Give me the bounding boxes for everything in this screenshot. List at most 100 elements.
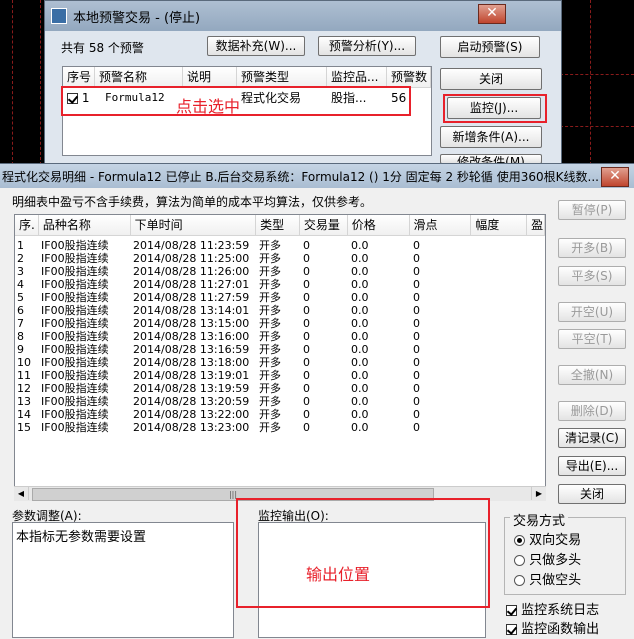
radio-icon[interactable] bbox=[514, 535, 525, 546]
column-header[interactable]: 预警类型 bbox=[237, 67, 327, 87]
column-header[interactable]: 品种名称 bbox=[39, 215, 131, 235]
export-button[interactable]: 导出(E)... bbox=[558, 456, 626, 476]
table-cell: 0.0 bbox=[351, 382, 369, 395]
open-long-button[interactable]: 开多(B) bbox=[558, 238, 626, 258]
table-cell: 0.0 bbox=[351, 317, 369, 330]
column-header[interactable]: 说明 bbox=[183, 67, 237, 87]
table-cell: 0.0 bbox=[351, 343, 369, 356]
table-cell: IF00股指连续 bbox=[41, 291, 109, 304]
radio-long-only[interactable]: 只做多头 bbox=[514, 549, 581, 568]
radio-short-only[interactable]: 只做空头 bbox=[514, 569, 581, 588]
table-row[interactable]: 14 IF00股指连续 2014/08/28 13:22:00 开多 0 0.0 0 bbox=[15, 408, 545, 421]
table-row[interactable]: 3 IF00股指连续 2014/08/28 11:26:00 开多 0 0.0 0 bbox=[15, 265, 545, 278]
table-cell: 开多 bbox=[259, 304, 281, 317]
radio-icon[interactable] bbox=[514, 555, 525, 566]
table-row[interactable]: 6 IF00股指连续 2014/08/28 13:14:01 开多 0 0.0 0 bbox=[15, 304, 545, 317]
column-header[interactable]: 下单时间 bbox=[131, 215, 257, 235]
pause-button[interactable]: 暂停(P) bbox=[558, 200, 626, 220]
table-cell: 2014/08/28 13:19:01 bbox=[133, 369, 250, 382]
table-row[interactable]: 15 IF00股指连续 2014/08/28 13:23:00 开多 0 0.0 0 bbox=[15, 421, 545, 434]
radio-icon[interactable] bbox=[514, 575, 525, 586]
table-row[interactable]: 4 IF00股指连续 2014/08/28 11:27:01 开多 0 0.0 0 bbox=[15, 278, 545, 291]
table-cell: 0.0 bbox=[351, 408, 369, 421]
column-header[interactable]: 序. bbox=[15, 215, 39, 235]
highlight-output-area bbox=[236, 498, 490, 608]
column-header[interactable]: 交易量 bbox=[300, 215, 348, 235]
notice-text: 明细表中盈亏不含手续费，算法为简单的成本平均算法，仅供参考。 bbox=[12, 195, 373, 209]
column-header[interactable]: 预警数 bbox=[387, 67, 431, 87]
monitor-system-log-check[interactable]: 监控系统日志 bbox=[506, 599, 599, 618]
table-cell: 5 bbox=[17, 291, 24, 304]
table-cell: 0 bbox=[413, 421, 420, 434]
scroll-right-arrow-icon[interactable]: ▶ bbox=[531, 487, 546, 500]
close-button[interactable]: 关闭 bbox=[440, 68, 542, 90]
alert-analysis-button[interactable]: 预警分析(Y)... bbox=[318, 36, 416, 56]
column-header[interactable]: 类型 bbox=[256, 215, 300, 235]
table-cell: 2014/08/28 13:22:00 bbox=[133, 408, 250, 421]
table-cell: IF00股指连续 bbox=[41, 317, 109, 330]
data-fill-button[interactable]: 数据补充(W)... bbox=[207, 36, 305, 56]
radio-two-way[interactable]: 双向交易 bbox=[514, 529, 581, 548]
column-header[interactable]: 盈 bbox=[527, 215, 545, 235]
column-header[interactable]: 滑点 bbox=[410, 215, 472, 235]
column-header[interactable]: 价格 bbox=[348, 215, 410, 235]
table-cell: 0 bbox=[303, 421, 310, 434]
table-cell: 0 bbox=[413, 252, 420, 265]
clear-log-button[interactable]: 清记录(C) bbox=[558, 428, 626, 448]
table-cell: IF00股指连续 bbox=[41, 330, 109, 343]
open-short-button[interactable]: 开空(U) bbox=[558, 302, 626, 322]
close-short-button[interactable]: 平空(T) bbox=[558, 329, 626, 349]
table-cell: 12 bbox=[17, 382, 31, 395]
checkbox-icon[interactable] bbox=[506, 624, 517, 635]
scroll-left-arrow-icon[interactable]: ◀ bbox=[14, 487, 29, 500]
table-row[interactable]: 10 IF00股指连续 2014/08/28 13:18:00 开多 0 0.0 0 bbox=[15, 356, 545, 369]
table-cell: IF00股指连续 bbox=[41, 395, 109, 408]
table-cell: 2014/08/28 13:23:00 bbox=[133, 421, 250, 434]
delete-button[interactable]: 删除(D) bbox=[558, 401, 626, 421]
add-condition-button[interactable]: 新增条件(A)... bbox=[440, 126, 542, 148]
table-row[interactable]: 11 IF00股指连续 2014/08/28 13:19:01 开多 0 0.0 0 bbox=[15, 369, 545, 382]
cancel-all-button[interactable]: 全撤(N) bbox=[558, 365, 626, 385]
table-cell: 开多 bbox=[259, 265, 281, 278]
table-row[interactable]: 5 IF00股指连续 2014/08/28 11:27:59 开多 0 0.0 0 bbox=[15, 291, 545, 304]
table-cell: IF00股指连续 bbox=[41, 356, 109, 369]
close-icon[interactable]: ✕ bbox=[478, 4, 506, 24]
monitor-function-output-check[interactable]: 监控函数输出 bbox=[506, 618, 599, 637]
table-row[interactable]: 2 IF00股指连续 2014/08/28 11:25:00 开多 0 0.0 0 bbox=[15, 252, 545, 265]
table-cell: 0 bbox=[303, 304, 310, 317]
table-cell: 0 bbox=[303, 408, 310, 421]
table-row[interactable]: 7 IF00股指连续 2014/08/28 13:15:00 开多 0 0.0 0 bbox=[15, 317, 545, 330]
table-cell: 0.0 bbox=[351, 265, 369, 278]
table-row[interactable]: 9 IF00股指连续 2014/08/28 13:16:59 开多 0 0.0 0 bbox=[15, 343, 545, 356]
table-row[interactable]: 12 IF00股指连续 2014/08/28 13:19:59 开多 0 0.0 0 bbox=[15, 382, 545, 395]
radio-label: 双向交易 bbox=[529, 533, 582, 548]
column-header[interactable]: 监控品... bbox=[327, 67, 387, 87]
table-row[interactable]: 1 IF00股指连续 2014/08/28 11:23:59 开多 0 0.0 0 bbox=[15, 239, 545, 252]
checkbox-icon[interactable] bbox=[506, 605, 517, 616]
table-cell: 2014/08/28 13:15:00 bbox=[133, 317, 250, 330]
start-alert-button[interactable]: 启动预警(S) bbox=[440, 36, 540, 58]
column-header[interactable]: 幅度 bbox=[471, 215, 528, 235]
table-cell: 2014/08/28 11:27:01 bbox=[133, 278, 250, 291]
table-row[interactable]: 8 IF00股指连续 2014/08/28 13:16:00 开多 0 0.0 0 bbox=[15, 330, 545, 343]
column-header[interactable]: 预警名称 bbox=[95, 67, 183, 87]
table-cell: 开多 bbox=[259, 291, 281, 304]
close-long-button[interactable]: 平多(S) bbox=[558, 266, 626, 286]
table-cell: 0.0 bbox=[351, 395, 369, 408]
close-icon[interactable]: ✕ bbox=[601, 167, 629, 187]
table-cell: 15 bbox=[17, 421, 31, 434]
window-titlebar[interactable]: 程式化交易明细 - Formula12 已停止 B.后台交易系统：Formula… bbox=[0, 164, 634, 188]
column-header[interactable]: 序号 bbox=[63, 67, 95, 87]
table-cell: 0.0 bbox=[351, 252, 369, 265]
param-panel[interactable]: 本指标无参数需要设置 bbox=[12, 522, 234, 638]
table-cell: 开多 bbox=[259, 395, 281, 408]
close-button[interactable]: 关闭 bbox=[558, 484, 626, 504]
table-cell: 13 bbox=[17, 395, 31, 408]
table-cell: 0.0 bbox=[351, 239, 369, 252]
trade-mode-label: 交易方式 bbox=[510, 510, 569, 529]
table-cell: 0 bbox=[303, 239, 310, 252]
chart-gridline bbox=[560, 126, 634, 127]
table-row[interactable]: 13 IF00股指连续 2014/08/28 13:20:59 开多 0 0.0 0 bbox=[15, 395, 545, 408]
table-cell: IF00股指连续 bbox=[41, 278, 109, 291]
table-cell: IF00股指连续 bbox=[41, 252, 109, 265]
